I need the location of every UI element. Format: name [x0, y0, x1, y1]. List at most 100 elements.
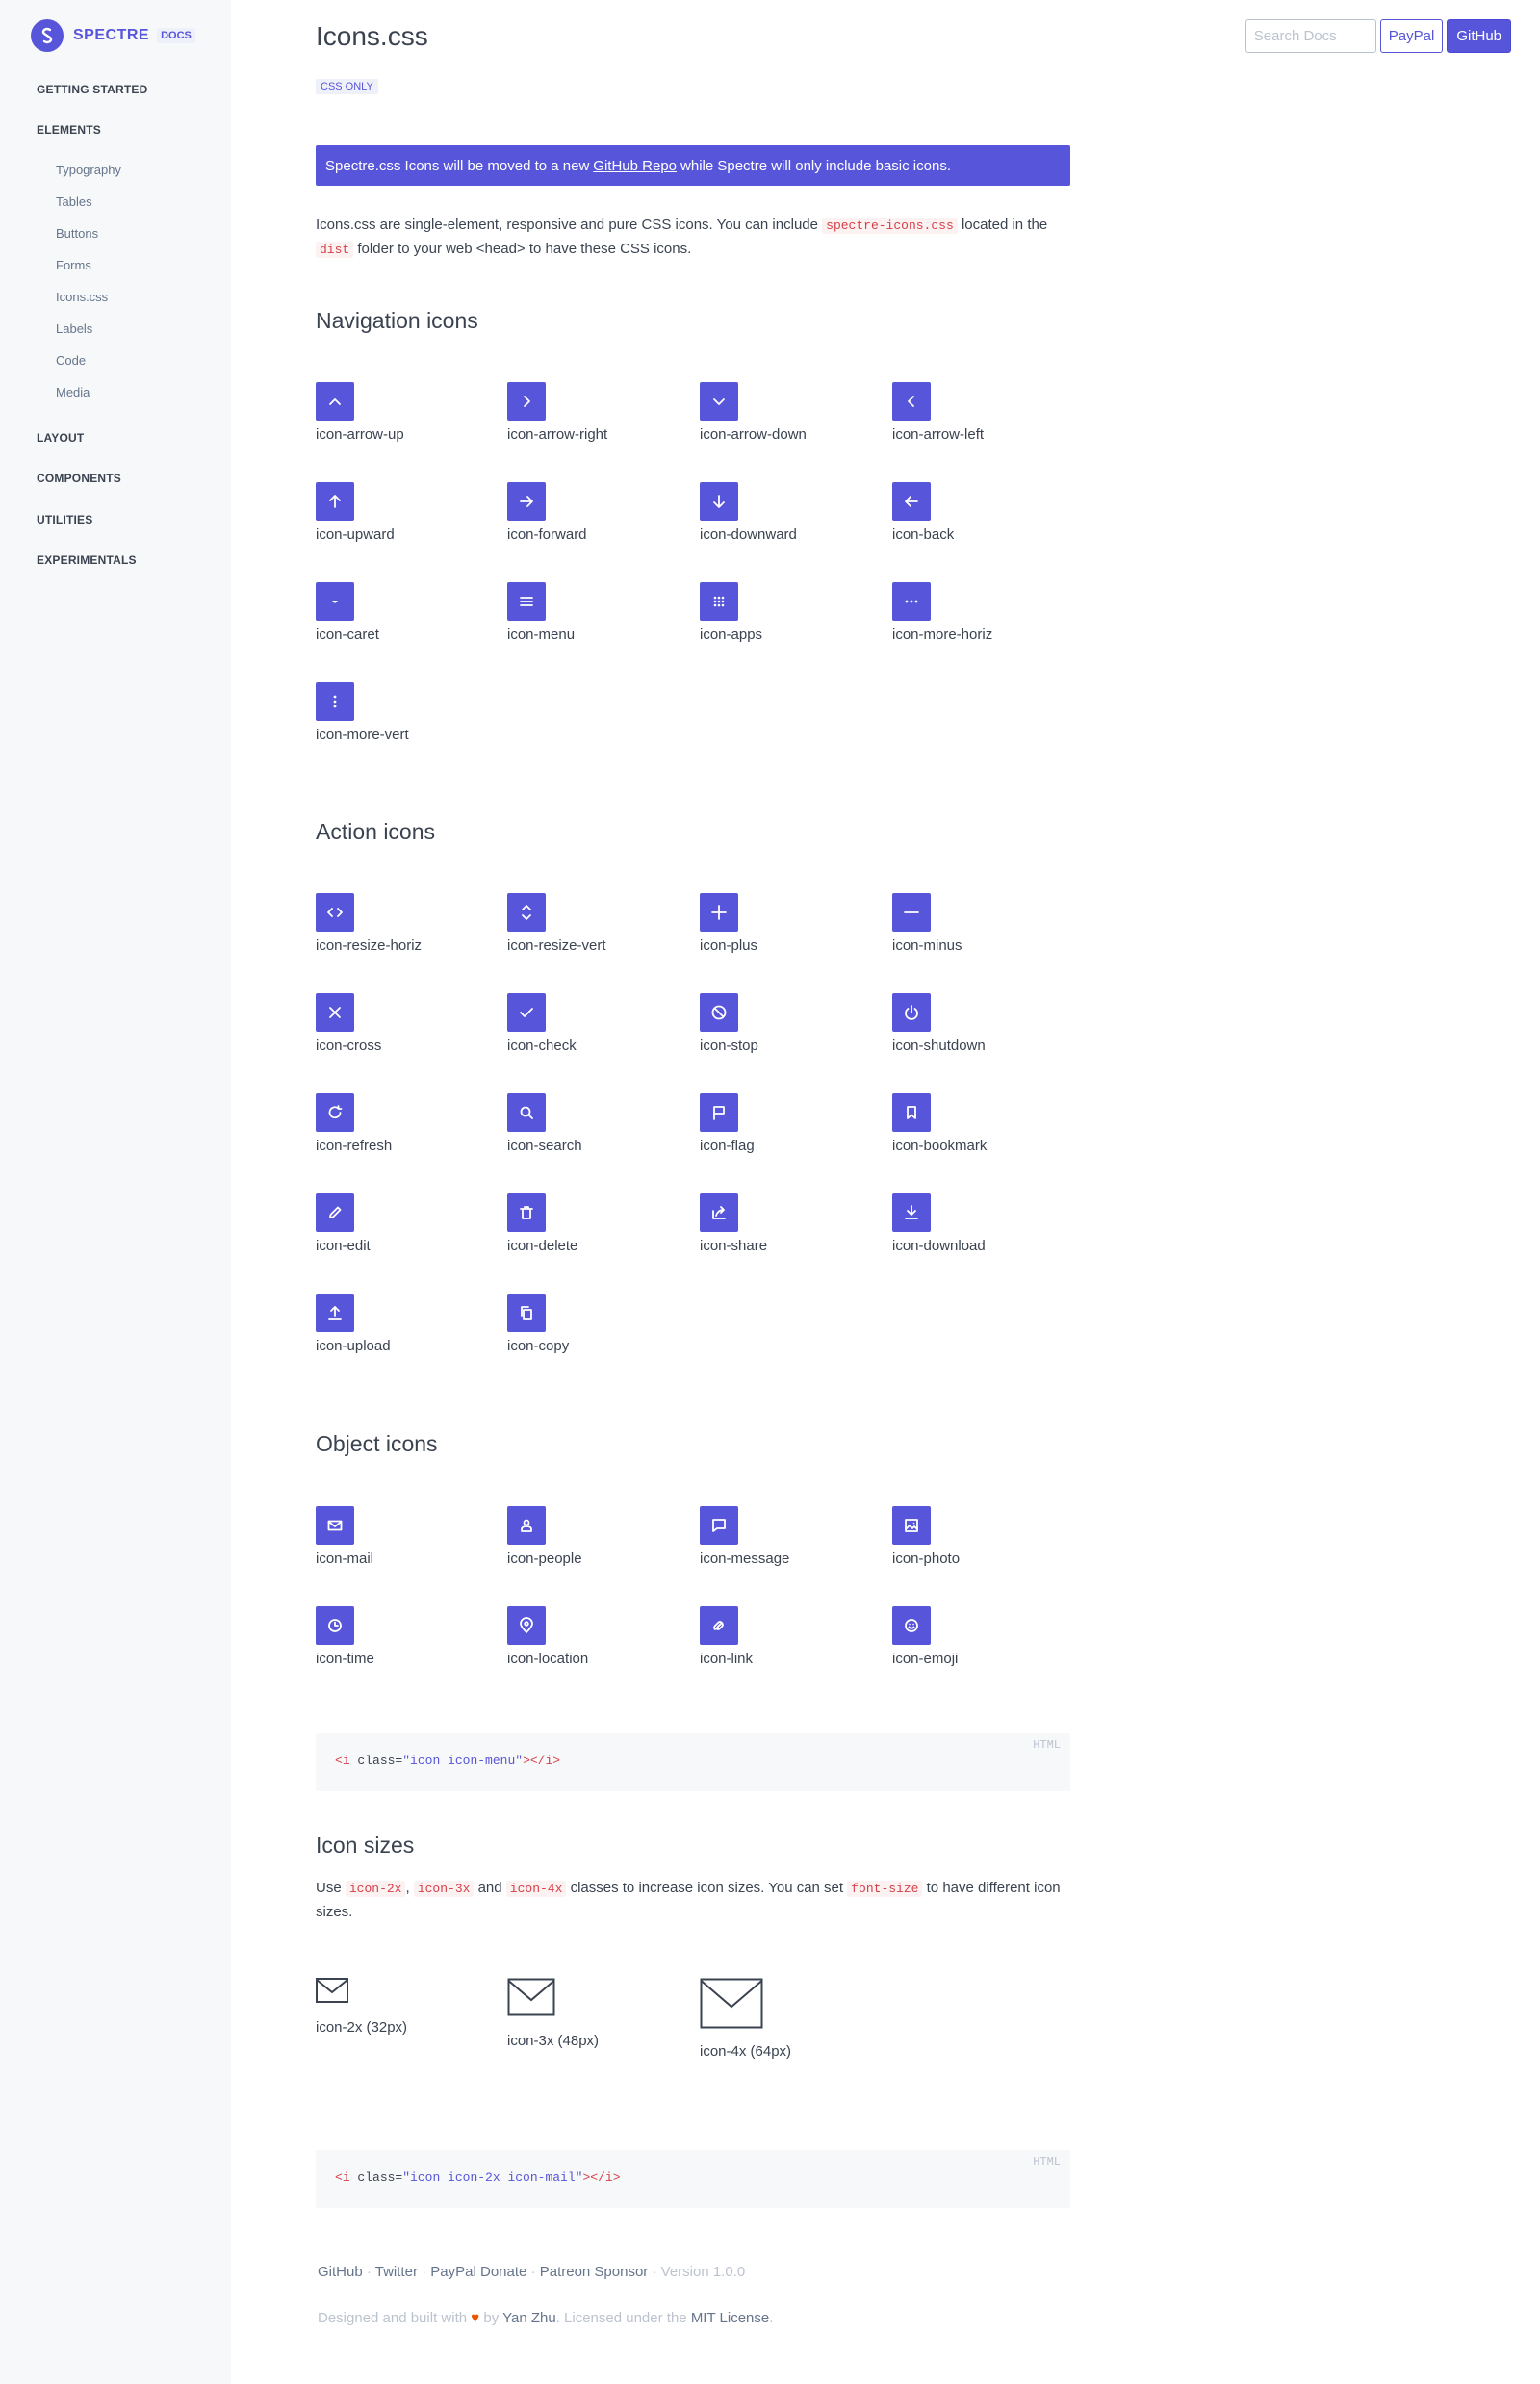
toast-text-after: while Spectre will only include basic ic…	[680, 157, 951, 174]
icon-item: icon-search	[507, 1093, 700, 1154]
caret-icon	[316, 582, 354, 621]
icon-item: icon-check	[507, 993, 700, 1054]
code-token: i	[342, 2170, 350, 2185]
icon-name-label: icon-arrow-right	[507, 426, 608, 443]
arrow-right-icon	[507, 382, 546, 421]
code-token: "icon icon-menu"	[402, 1754, 524, 1768]
icon-name-label: icon-flag	[700, 1138, 755, 1154]
icon-item: icon-photo	[892, 1506, 1085, 1567]
minus-icon	[892, 893, 931, 932]
icon-name-label: icon-upward	[316, 526, 395, 543]
sidebar-item-buttons[interactable]: Buttons	[56, 226, 98, 241]
icon-item: icon-copy	[507, 1294, 700, 1354]
sidebar-item-labels[interactable]: Labels	[56, 321, 92, 336]
icon-name-label: icon-mail	[316, 1551, 374, 1567]
icon-name-label: icon-apps	[700, 627, 763, 643]
sidebar-item-forms[interactable]: Forms	[56, 258, 91, 272]
topbar: PayPal GitHub	[1245, 19, 1511, 53]
sizes-paragraph: Use icon-2x, icon-3x and icon-4x classes…	[316, 1877, 1070, 1924]
icon-item: icon-arrow-up	[316, 382, 508, 443]
code-token: class=	[349, 2170, 403, 2185]
footer-link-paypal[interactable]: PayPal Donate	[430, 2264, 526, 2280]
message-icon	[700, 1506, 738, 1545]
check-icon	[507, 993, 546, 1032]
icon-name-label: icon-copy	[507, 1338, 570, 1354]
github-repo-link[interactable]: GitHub Repo	[593, 158, 677, 174]
icon-name-label: icon-delete	[507, 1238, 578, 1254]
icon-item: icon-time	[316, 1606, 508, 1667]
brand[interactable]: SPECTRE DOCS	[31, 19, 195, 52]
sidebar-item-typography[interactable]: Typography	[56, 163, 121, 177]
sidebar-section-utilities[interactable]: UTILITIES	[37, 513, 92, 526]
icon-name-label: icon-check	[507, 1038, 577, 1054]
paypal-button[interactable]: PayPal	[1379, 19, 1444, 53]
sidebar-item-code[interactable]: Code	[56, 353, 86, 368]
sidebar-section-getting-started[interactable]: GETTING STARTED	[37, 83, 147, 96]
plus-icon	[700, 893, 738, 932]
code-example-sizes: HTML <i class="icon icon-2x icon-mail"><…	[316, 2150, 1070, 2208]
page-title: Icons.css	[316, 21, 428, 51]
icon-item: icon-arrow-left	[892, 382, 1085, 443]
icon-item: icon-more-horiz	[892, 582, 1085, 643]
size-label: icon-2x (32px)	[316, 2019, 408, 2036]
search-input[interactable]	[1245, 19, 1376, 53]
license-link[interactable]: MIT License	[691, 2310, 769, 2326]
icon-item: icon-more-vert	[316, 682, 508, 743]
brand-name: SPECTRE	[73, 27, 150, 43]
mail-icon	[316, 1506, 354, 1545]
upload-icon	[316, 1294, 354, 1332]
resize-vert-icon	[507, 893, 546, 932]
footer-version: Version 1.0.0	[660, 2264, 746, 2280]
spectre-logo-icon	[31, 19, 64, 52]
toast-text-before: Spectre.css Icons will be moved to a new	[325, 157, 590, 174]
downward-icon	[700, 482, 738, 521]
icon-item: icon-forward	[507, 482, 700, 543]
icon-item: icon-refresh	[316, 1093, 508, 1154]
icon-name-label: icon-share	[700, 1238, 768, 1254]
sizes-text: and	[477, 1880, 502, 1896]
icon-item: icon-resize-vert	[507, 893, 700, 954]
author-link[interactable]: Yan Zhu	[502, 2310, 556, 2326]
sidebar-section-layout[interactable]: LAYOUT	[37, 431, 84, 445]
sidebar-item-icons-css[interactable]: Icons.css	[56, 290, 108, 304]
icon-name-label: icon-more-horiz	[892, 627, 993, 643]
icon-name-label: icon-people	[507, 1551, 582, 1567]
github-button[interactable]: GitHub	[1447, 19, 1511, 53]
inline-code: icon-2x	[345, 1881, 406, 1897]
emoji-icon	[892, 1606, 931, 1645]
icon-name-label: icon-shutdown	[892, 1038, 986, 1054]
icon-name-label: icon-location	[507, 1651, 589, 1667]
icon-name-label: icon-arrow-down	[700, 426, 807, 443]
icon-name-label: icon-plus	[700, 937, 758, 954]
sidebar-item-tables[interactable]: Tables	[56, 194, 92, 209]
intro-paragraph: Icons.css are single-element, responsive…	[316, 214, 1070, 262]
footer-link-patreon[interactable]: Patreon Sponsor	[540, 2264, 649, 2280]
section-title-action: Action icons	[316, 819, 436, 844]
footer-link-github[interactable]: GitHub	[318, 2264, 363, 2280]
sidebar-item-media[interactable]: Media	[56, 385, 90, 399]
icon-name-label: icon-message	[700, 1551, 790, 1567]
sidebar-section-elements[interactable]: ELEMENTS	[37, 123, 101, 137]
icon-item: icon-edit	[316, 1193, 508, 1254]
size-label: icon-3x (48px)	[507, 2033, 600, 2049]
icon-name-label: icon-stop	[700, 1038, 758, 1054]
footer-link-twitter[interactable]: Twitter	[375, 2264, 418, 2280]
footer-sep: ·	[530, 2264, 536, 2280]
icon-name-label: icon-cross	[316, 1038, 382, 1054]
intro-text: located in the	[961, 217, 1048, 233]
code-line: <i class="icon icon-2x icon-mail"></i>	[335, 2170, 621, 2185]
sidebar-section-components[interactable]: COMPONENTS	[37, 472, 121, 485]
icon-item: icon-download	[892, 1193, 1085, 1254]
icon-item: icon-flag	[700, 1093, 892, 1154]
inline-code: font-size	[847, 1881, 923, 1897]
back-icon	[892, 482, 931, 521]
arrow-left-icon	[892, 382, 931, 421]
icon-item: icon-mail	[316, 1506, 508, 1567]
sidebar-section-experimentals[interactable]: EXPERIMENTALS	[37, 553, 137, 567]
icon-name-label: icon-photo	[892, 1551, 961, 1567]
icon-name-label: icon-edit	[316, 1238, 371, 1254]
forward-icon	[507, 482, 546, 521]
link-icon	[700, 1606, 738, 1645]
icon-name-label: icon-resize-horiz	[316, 937, 423, 954]
code-line: <i class="icon icon-menu"></i>	[335, 1754, 560, 1768]
